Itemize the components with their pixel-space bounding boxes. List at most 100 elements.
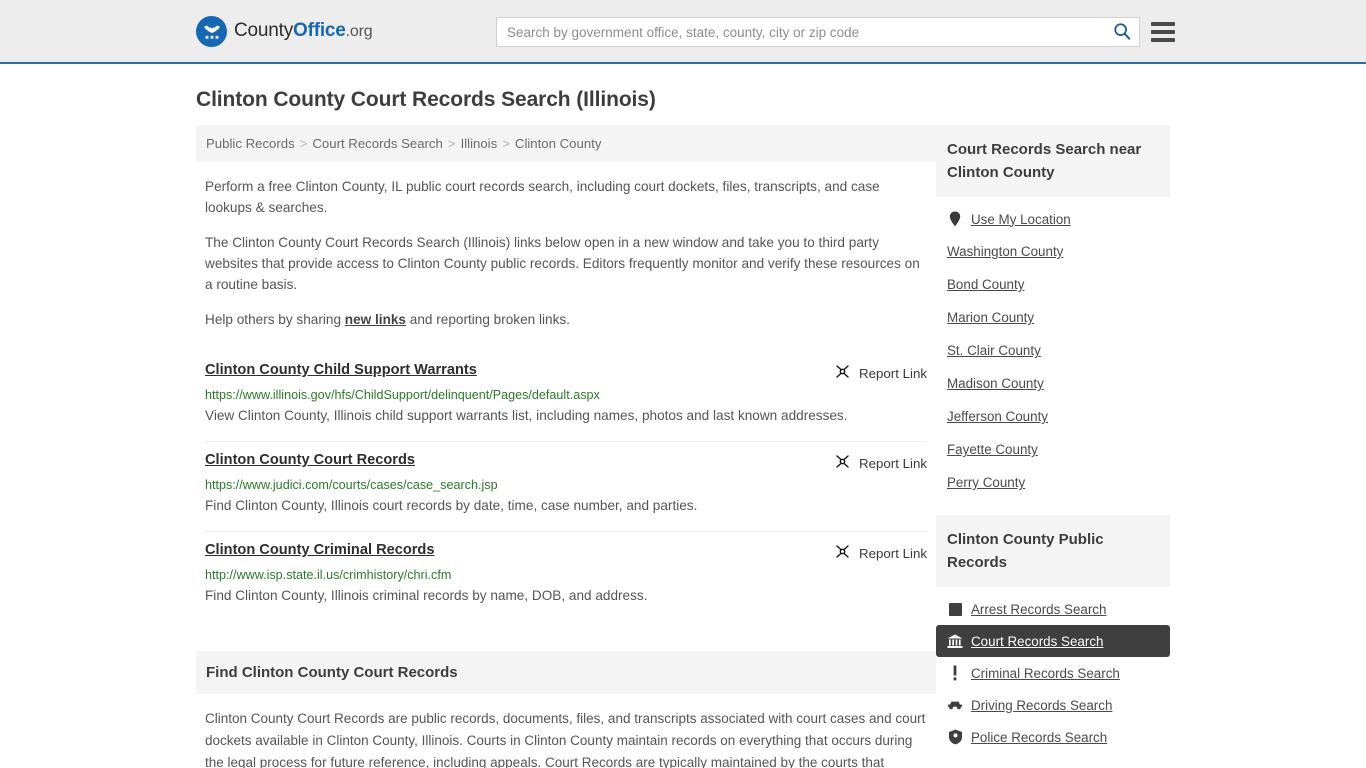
- sidebar-item-driving-records-search[interactable]: Driving Records Search: [936, 689, 1170, 721]
- breadcrumb-separator: >: [447, 136, 456, 151]
- result-url: https://www.judici.com/courts/cases/case…: [205, 478, 498, 492]
- sidebar-item-label: Driving Records Search: [971, 697, 1113, 713]
- sidebar-item-police-records-search[interactable]: Police Records Search: [936, 721, 1170, 753]
- sidebar-item-washington-county[interactable]: Washington County: [936, 235, 1170, 268]
- sidebar-item-criminal-records-search[interactable]: Criminal Records Search: [936, 657, 1170, 689]
- sidebar-item-label: Jefferson County: [947, 409, 1048, 424]
- report-link-button[interactable]: Report Link: [834, 363, 927, 383]
- find-records-body: Clinton County Court Records are public …: [196, 694, 936, 768]
- results-list: Clinton County Child Support Warrants Re…: [196, 352, 936, 621]
- site-header: CountyOffice.org: [0, 0, 1366, 64]
- sidebar-item-label: Arrest Records Search: [971, 601, 1107, 617]
- find-records-section: Find Clinton County Court Records Clinto…: [196, 651, 936, 768]
- broken-link-icon: [834, 543, 851, 563]
- share-text-after: and reporting broken links.: [406, 312, 570, 327]
- site-logo-text: CountyOffice.org: [234, 20, 373, 42]
- sidebar-item-fayette-county[interactable]: Fayette County: [936, 433, 1170, 466]
- breadcrumb: Public Records > Court Records Search > Illi…: [196, 125, 936, 162]
- result-header: Clinton County Criminal Records Report L…: [205, 542, 927, 563]
- share-text-before: Help others by sharing: [205, 312, 345, 327]
- sidebar-item-use-my-location[interactable]: Use My Location: [936, 203, 1170, 235]
- search-icon: [1113, 22, 1131, 43]
- broken-link-icon: [834, 363, 851, 383]
- sidebar-item-label: Perry County: [947, 475, 1026, 490]
- sidebar-item-label: Use My Location: [971, 211, 1071, 227]
- sidebar-item-perry-county[interactable]: Perry County: [936, 466, 1170, 499]
- sidebar-item-bond-county[interactable]: Bond County: [936, 268, 1170, 301]
- main-column: Public Records > Court Records Search > Illi…: [196, 125, 936, 768]
- sidebar: Court Records Search near Clinton County…: [936, 125, 1170, 753]
- hamburger-menu-icon[interactable]: [1151, 19, 1175, 45]
- sidebar-item-madison-county[interactable]: Madison County: [936, 367, 1170, 400]
- report-link-button[interactable]: Report Link: [834, 453, 927, 473]
- result-item: Clinton County Child Support Warrants Re…: [205, 352, 927, 442]
- site-logo[interactable]: CountyOffice.org: [196, 15, 373, 47]
- report-link-label: Report Link: [859, 455, 927, 471]
- sidebar-item-label: Madison County: [947, 376, 1044, 391]
- sidebar-item-marion-county[interactable]: Marion County: [936, 301, 1170, 334]
- nearby-panel: Court Records Search near Clinton County…: [936, 125, 1170, 499]
- brand-part-office: Office: [293, 20, 346, 41]
- sidebar-item-label: Criminal Records Search: [971, 665, 1120, 681]
- public-records-list: Arrest Records Search Court Records Sear…: [936, 587, 1170, 753]
- sidebar-item-label: St. Clair County: [947, 343, 1041, 358]
- sidebar-item-arrest-records-search[interactable]: Arrest Records Search: [936, 593, 1170, 625]
- map-pin-icon: [947, 211, 963, 227]
- eagle-stars-seal-icon: [196, 15, 227, 47]
- find-records-heading: Find Clinton County Court Records: [196, 651, 936, 694]
- sidebar-item-label: Fayette County: [947, 442, 1038, 457]
- sidebar-item-label: Police Records Search: [971, 729, 1108, 745]
- new-links-link[interactable]: new links: [345, 312, 406, 327]
- result-description: Find Clinton County, Illinois criminal r…: [205, 588, 648, 603]
- result-description: Find Clinton County, Illinois court reco…: [205, 498, 698, 513]
- breadcrumb-separator: >: [502, 136, 510, 151]
- result-item: Clinton County Criminal Records Report L…: [205, 532, 927, 621]
- result-title-link[interactable]: Clinton County Child Support Warrants: [205, 362, 477, 378]
- result-title-link[interactable]: Clinton County Criminal Records: [205, 542, 434, 558]
- car-icon: [947, 697, 963, 713]
- brand-part-county: County: [234, 20, 294, 41]
- result-url: http://www.isp.state.il.us/crimhistory/c…: [205, 568, 452, 582]
- sidebar-item-label: Marion County: [947, 310, 1035, 325]
- result-title-link[interactable]: Clinton County Court Records: [205, 452, 415, 468]
- exclamation-mark-icon: [947, 665, 963, 681]
- sidebar-item-label: Court Records Search: [971, 633, 1104, 649]
- result-header: Clinton County Child Support Warrants Re…: [205, 362, 927, 383]
- search-button[interactable]: [1105, 18, 1139, 46]
- report-link-label: Report Link: [859, 545, 927, 561]
- fingerprint-icon: [947, 601, 963, 617]
- content-layout: Public Records > Court Records Search > Illi…: [196, 125, 1170, 768]
- report-link-label: Report Link: [859, 365, 927, 381]
- courthouse-bank-icon: [947, 633, 963, 649]
- intro-paragraph-1: Perform a free Clinton County, IL public…: [205, 179, 880, 215]
- search-input[interactable]: [497, 18, 1105, 46]
- breadcrumb-item-court-records-search[interactable]: Court Records Search: [312, 136, 442, 151]
- hamburger-bar: [1151, 38, 1175, 42]
- intro-paragraph-2: The Clinton County Court Records Search …: [205, 235, 920, 292]
- breadcrumb-item-illinois[interactable]: Illinois: [461, 136, 498, 151]
- broken-link-icon: [834, 453, 851, 473]
- sidebar-item-label: Bond County: [947, 277, 1025, 292]
- breadcrumb-item-clinton-county[interactable]: Clinton County: [515, 136, 602, 151]
- breadcrumb-separator: >: [299, 136, 308, 151]
- result-url: https://www.illinois.gov/hfs/ChildSuppor…: [205, 388, 600, 402]
- result-item: Clinton County Court Records Report Link: [205, 442, 927, 532]
- page-title: Clinton County Court Records Search (Ill…: [196, 88, 656, 111]
- public-records-panel: Clinton County Public Records Arrest Rec…: [936, 515, 1170, 753]
- intro-section: Perform a free Clinton County, IL public…: [196, 176, 936, 330]
- sidebar-item-court-records-search[interactable]: Court Records Search: [936, 625, 1170, 657]
- hamburger-bar: [1151, 22, 1175, 26]
- brand-part-org: .org: [345, 23, 373, 40]
- search-bar[interactable]: [496, 17, 1140, 47]
- breadcrumb-item-public-records[interactable]: Public Records: [206, 136, 295, 151]
- intro-paragraph-3: Help others by sharing new links and rep…: [205, 309, 927, 330]
- hamburger-bar: [1151, 30, 1175, 34]
- nearby-county-list: Use My Location Washington County Bond C…: [936, 197, 1170, 499]
- result-description: View Clinton County, Illinois child supp…: [205, 408, 848, 423]
- report-link-button[interactable]: Report Link: [834, 543, 927, 563]
- sidebar-item-label: Washington County: [947, 244, 1064, 259]
- find-records-paragraph: Clinton County Court Records are public …: [205, 711, 926, 768]
- sidebar-item-jefferson-county[interactable]: Jefferson County: [936, 400, 1170, 433]
- sidebar-item-st-clair-county[interactable]: St. Clair County: [936, 334, 1170, 367]
- public-records-panel-heading: Clinton County Public Records: [936, 515, 1170, 587]
